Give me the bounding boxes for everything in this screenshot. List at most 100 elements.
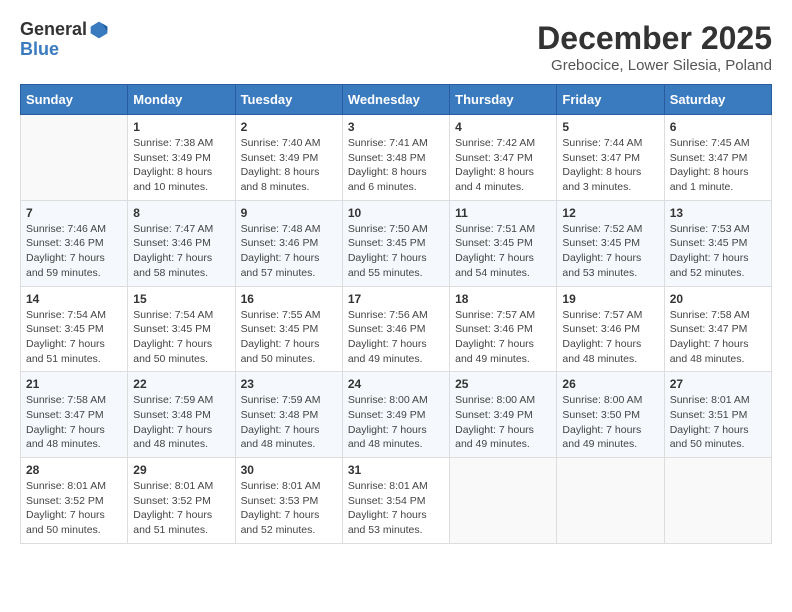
day-number: 6 [670,120,766,134]
calendar-day-cell: 30 Sunrise: 8:01 AM Sunset: 3:53 PM Dayli… [235,458,342,544]
calendar-day-cell: 9Sunrise: 7:48 AM Sunset: 3:46 PM Daylig… [235,200,342,286]
calendar-day-cell: 27Sunrise: 8:01 AM Sunset: 3:51 PM Dayli… [664,372,771,458]
day-info: Sunrise: 7:57 AM Sunset: 3:46 PM Dayligh… [455,308,551,367]
weekday-header: Monday [128,85,235,115]
calendar-day-cell: 21 Sunrise: 7:58 AM Sunset: 3:47 PM Dayli… [21,372,128,458]
day-number: 21 [26,377,122,391]
day-number: 12 [562,206,658,220]
calendar-day-cell: 10 Sunrise: 7:50 AM Sunset: 3:45 PM Dayli… [342,200,449,286]
calendar-table: SundayMondayTuesdayWednesdayThursdayFrid… [20,84,772,544]
day-info: Sunrise: 8:00 AM Sunset: 3:49 PM Dayligh… [348,393,444,452]
calendar-day-cell: 28 Sunrise: 8:01 AM Sunset: 3:52 PM Dayli… [21,458,128,544]
day-info: Sunrise: 7:54 AM Sunset: 3:45 PM Dayligh… [26,308,122,367]
day-number: 18 [455,292,551,306]
calendar-week-row: 14Sunrise: 7:54 AM Sunset: 3:45 PM Dayli… [21,286,772,372]
day-info: Sunrise: 7:59 AM Sunset: 3:48 PM Dayligh… [241,393,337,452]
day-number: 2 [241,120,337,134]
calendar-week-row: 1Sunrise: 7:38 AM Sunset: 3:49 PM Daylig… [21,115,772,201]
calendar-day-cell: 29 Sunrise: 8:01 AM Sunset: 3:52 PM Dayli… [128,458,235,544]
day-number: 25 [455,377,551,391]
calendar-day-cell: 20 Sunrise: 7:58 AM Sunset: 3:47 PM Dayli… [664,286,771,372]
day-number: 1 [133,120,229,134]
day-number: 20 [670,292,766,306]
day-number: 26 [562,377,658,391]
weekday-header: Thursday [450,85,557,115]
day-info: Sunrise: 8:00 AM Sunset: 3:49 PM Dayligh… [455,393,551,452]
calendar-week-row: 28 Sunrise: 8:01 AM Sunset: 3:52 PM Dayli… [21,458,772,544]
day-number: 22 [133,377,229,391]
calendar-day-cell: 17 Sunrise: 7:56 AM Sunset: 3:46 PM Dayli… [342,286,449,372]
calendar-day-cell: 3 Sunrise: 7:41 AM Sunset: 3:48 PM Daylig… [342,115,449,201]
weekday-header: Tuesday [235,85,342,115]
day-info: Sunrise: 8:01 AM Sunset: 3:52 PM Dayligh… [133,479,229,538]
calendar-day-cell: 19 Sunrise: 7:57 AM Sunset: 3:46 PM Dayli… [557,286,664,372]
day-info: Sunrise: 7:56 AM Sunset: 3:46 PM Dayligh… [348,308,444,367]
day-number: 28 [26,463,122,477]
calendar-day-cell: 15Sunrise: 7:54 AM Sunset: 3:45 PM Dayli… [128,286,235,372]
day-info: Sunrise: 7:40 AM Sunset: 3:49 PM Dayligh… [241,136,337,195]
logo-blue: Blue [20,39,59,59]
day-info: Sunrise: 7:41 AM Sunset: 3:48 PM Dayligh… [348,136,444,195]
logo-icon [89,20,109,40]
weekday-header: Wednesday [342,85,449,115]
day-number: 19 [562,292,658,306]
day-number: 23 [241,377,337,391]
logo-general: General [20,20,87,40]
day-info: Sunrise: 8:01 AM Sunset: 3:54 PM Dayligh… [348,479,444,538]
day-info: Sunrise: 7:42 AM Sunset: 3:47 PM Dayligh… [455,136,551,195]
day-info: Sunrise: 7:55 AM Sunset: 3:45 PM Dayligh… [241,308,337,367]
day-info: Sunrise: 7:50 AM Sunset: 3:45 PM Dayligh… [348,222,444,281]
calendar-week-row: 7 Sunrise: 7:46 AM Sunset: 3:46 PM Daylig… [21,200,772,286]
day-info: Sunrise: 7:53 AM Sunset: 3:45 PM Dayligh… [670,222,766,281]
day-number: 17 [348,292,444,306]
day-number: 30 [241,463,337,477]
day-info: Sunrise: 8:01 AM Sunset: 3:52 PM Dayligh… [26,479,122,538]
day-number: 3 [348,120,444,134]
day-number: 7 [26,206,122,220]
calendar-day-cell: 7 Sunrise: 7:46 AM Sunset: 3:46 PM Daylig… [21,200,128,286]
calendar-day-cell: 12 Sunrise: 7:52 AM Sunset: 3:45 PM Dayli… [557,200,664,286]
logo: General Blue [20,20,109,60]
title-block: December 2025 Grebocice, Lower Silesia, … [537,20,772,74]
day-number: 29 [133,463,229,477]
calendar-day-cell: 25 Sunrise: 8:00 AM Sunset: 3:49 PM Dayli… [450,372,557,458]
day-number: 31 [348,463,444,477]
day-info: Sunrise: 8:01 AM Sunset: 3:53 PM Dayligh… [241,479,337,538]
calendar-day-cell: 26Sunrise: 8:00 AM Sunset: 3:50 PM Dayli… [557,372,664,458]
day-info: Sunrise: 7:59 AM Sunset: 3:48 PM Dayligh… [133,393,229,452]
day-info: Sunrise: 7:58 AM Sunset: 3:47 PM Dayligh… [670,308,766,367]
day-number: 13 [670,206,766,220]
calendar-day-cell [450,458,557,544]
day-info: Sunrise: 7:57 AM Sunset: 3:46 PM Dayligh… [562,308,658,367]
calendar-day-cell: 23 Sunrise: 7:59 AM Sunset: 3:48 PM Dayli… [235,372,342,458]
calendar-day-cell: 22 Sunrise: 7:59 AM Sunset: 3:48 PM Dayli… [128,372,235,458]
day-number: 5 [562,120,658,134]
calendar-day-cell: 11 Sunrise: 7:51 AM Sunset: 3:45 PM Dayli… [450,200,557,286]
calendar-day-cell: 16 Sunrise: 7:55 AM Sunset: 3:45 PM Dayli… [235,286,342,372]
page-header: General Blue December 2025 Grebocice, Lo… [20,20,772,74]
calendar-day-cell: 31 Sunrise: 8:01 AM Sunset: 3:54 PM Dayli… [342,458,449,544]
calendar-day-cell: 8 Sunrise: 7:47 AM Sunset: 3:46 PM Daylig… [128,200,235,286]
day-info: Sunrise: 7:51 AM Sunset: 3:45 PM Dayligh… [455,222,551,281]
calendar-week-row: 21 Sunrise: 7:58 AM Sunset: 3:47 PM Dayli… [21,372,772,458]
day-number: 24 [348,377,444,391]
day-info: Sunrise: 7:44 AM Sunset: 3:47 PM Dayligh… [562,136,658,195]
day-info: Sunrise: 8:01 AM Sunset: 3:51 PM Dayligh… [670,393,766,452]
month-title: December 2025 [537,20,772,57]
day-info: Sunrise: 7:47 AM Sunset: 3:46 PM Dayligh… [133,222,229,281]
day-info: Sunrise: 7:45 AM Sunset: 3:47 PM Dayligh… [670,136,766,195]
day-number: 10 [348,206,444,220]
day-info: Sunrise: 7:58 AM Sunset: 3:47 PM Dayligh… [26,393,122,452]
calendar-day-cell: 2 Sunrise: 7:40 AM Sunset: 3:49 PM Daylig… [235,115,342,201]
day-info: Sunrise: 7:46 AM Sunset: 3:46 PM Dayligh… [26,222,122,281]
calendar-day-cell: 24 Sunrise: 8:00 AM Sunset: 3:49 PM Dayli… [342,372,449,458]
weekday-header: Saturday [664,85,771,115]
day-number: 11 [455,206,551,220]
day-number: 8 [133,206,229,220]
calendar-day-cell: 1Sunrise: 7:38 AM Sunset: 3:49 PM Daylig… [128,115,235,201]
calendar-day-cell: 6 Sunrise: 7:45 AM Sunset: 3:47 PM Daylig… [664,115,771,201]
day-number: 16 [241,292,337,306]
day-number: 15 [133,292,229,306]
day-info: Sunrise: 7:52 AM Sunset: 3:45 PM Dayligh… [562,222,658,281]
calendar-day-cell [557,458,664,544]
